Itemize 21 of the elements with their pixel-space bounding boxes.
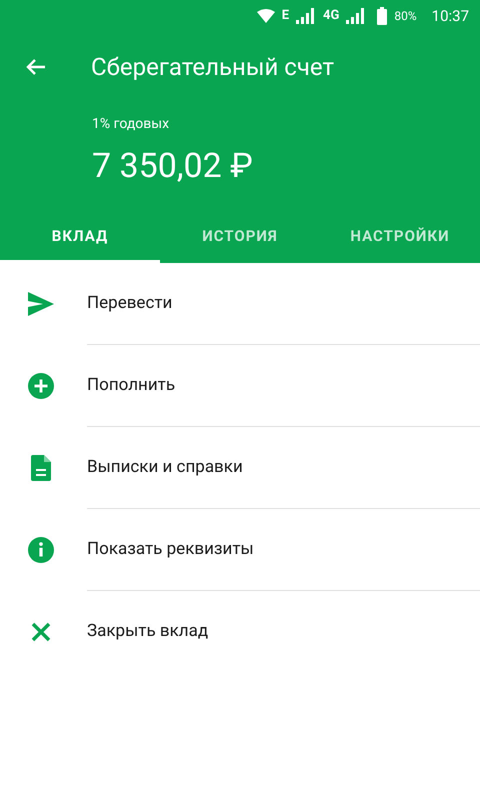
- menu-item[interactable]: Перевести: [87, 290, 172, 316]
- menu-item[interactable]: Показать реквизиты: [87, 536, 254, 562]
- battery-percent: 80%: [394, 8, 417, 25]
- close-icon: [30, 622, 50, 642]
- clock: 10:37: [432, 6, 469, 27]
- menu-item[interactable]: Пополнить: [87, 372, 176, 398]
- battery-icon: [377, 7, 388, 25]
- plus-circle-icon: [28, 373, 54, 399]
- network-type: E: [282, 7, 290, 26]
- document-icon: [30, 455, 50, 481]
- menu-item[interactable]: Выписки и справки: [87, 454, 243, 480]
- balance-amount: 7 350,02 ₽: [92, 145, 253, 188]
- network-type: 4G: [323, 7, 340, 26]
- menu-item[interactable]: Закрыть вклад: [87, 619, 208, 645]
- signal-icon: [296, 8, 316, 24]
- send-icon: [28, 292, 54, 316]
- wifi-icon: [256, 9, 275, 23]
- info-icon: [28, 537, 54, 563]
- signal-icon: [346, 8, 366, 24]
- screen-title: Сберегательный счет: [91, 52, 334, 83]
- interest-rate: 1% годовых: [92, 115, 170, 134]
